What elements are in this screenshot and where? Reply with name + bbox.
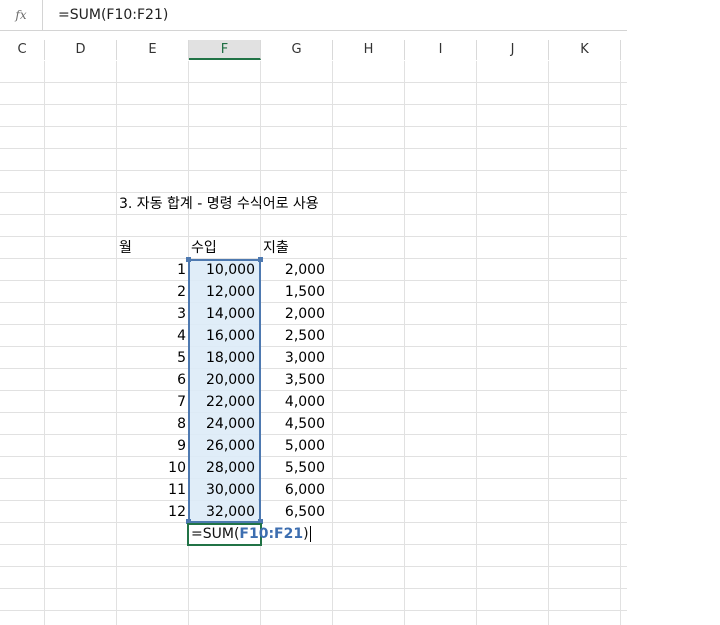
column-header-j[interactable]: J [477,40,549,60]
income-cell[interactable]: 20,000 [189,369,255,391]
formula-range-ref: F10:F21 [239,526,304,542]
gridline [476,61,477,625]
income-cell[interactable]: 26,000 [189,435,255,457]
income-cell[interactable]: 32,000 [189,501,255,523]
expense-cell[interactable]: 4,000 [261,391,325,413]
gridline [404,61,405,625]
income-cell[interactable]: 24,000 [189,413,255,435]
month-cell[interactable]: 8 [117,413,186,435]
column-header-k[interactable]: K [549,40,621,60]
month-cell[interactable]: 7 [117,391,186,413]
header-expense[interactable]: 지출 [263,237,289,259]
expense-cell[interactable]: 5,500 [261,457,325,479]
blank-area [627,0,720,625]
column-header-h[interactable]: H [333,40,405,60]
income-cell[interactable]: 10,000 [189,259,255,281]
column-header-g[interactable]: G [261,40,333,60]
expense-cell[interactable]: 2,000 [261,303,325,325]
expense-cell[interactable]: 2,000 [261,259,325,281]
income-cell[interactable]: 12,000 [189,281,255,303]
expense-cell[interactable]: 6,500 [261,501,325,523]
month-cell[interactable]: 11 [117,479,186,501]
text-caret [309,526,311,542]
month-cell[interactable]: 3 [117,303,186,325]
income-cell[interactable]: 30,000 [189,479,255,501]
formula-suffix: ) [303,526,309,542]
expense-cell[interactable]: 4,500 [261,413,325,435]
gridline [332,61,333,625]
gridline [548,61,549,625]
column-header-e[interactable]: E [117,40,189,60]
formula-bar: fx =SUM(F10:F21) [0,0,627,31]
month-cell[interactable]: 4 [117,325,186,347]
expense-cell[interactable]: 2,500 [261,325,325,347]
income-cell[interactable]: 18,000 [189,347,255,369]
header-income[interactable]: 수입 [191,237,217,259]
header-month[interactable]: 월 [119,237,132,259]
insert-function-icon[interactable]: fx [0,0,43,30]
expense-cell[interactable]: 3,000 [261,347,325,369]
formula-input[interactable]: =SUM(F10:F21) [58,0,168,30]
expense-cell[interactable]: 1,500 [261,281,325,303]
income-cell[interactable]: 22,000 [189,391,255,413]
column-header-i[interactable]: I [405,40,477,60]
month-cell[interactable]: 12 [117,501,186,523]
month-cell[interactable]: 9 [117,435,186,457]
section-title[interactable]: 3. 자동 합계 - 명령 수식어로 사용 [119,193,319,215]
expense-cell[interactable]: 3,500 [261,369,325,391]
sum-formula-edit[interactable]: =SUM(F10:F21) [191,523,311,545]
gridline [620,61,621,625]
expense-cell[interactable]: 5,000 [261,435,325,457]
expense-cell[interactable]: 6,000 [261,479,325,501]
column-header-d[interactable]: D [45,40,117,60]
gridline [44,61,45,625]
income-cell[interactable]: 28,000 [189,457,255,479]
month-cell[interactable]: 1 [117,259,186,281]
income-cell[interactable]: 14,000 [189,303,255,325]
month-cell[interactable]: 2 [117,281,186,303]
month-cell[interactable]: 5 [117,347,186,369]
month-cell[interactable]: 6 [117,369,186,391]
formula-prefix: =SUM( [191,526,240,542]
column-header-f[interactable]: F [189,40,261,60]
income-cell[interactable]: 16,000 [189,325,255,347]
month-cell[interactable]: 10 [117,457,186,479]
column-header-c[interactable]: C [0,40,45,60]
